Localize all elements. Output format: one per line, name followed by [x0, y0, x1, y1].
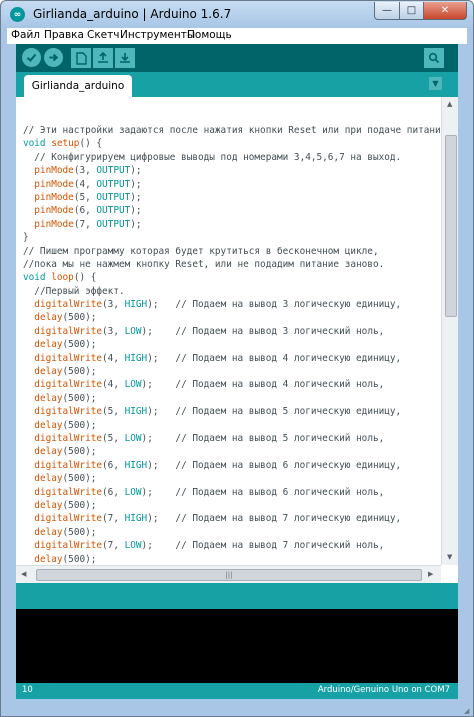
menu-edit[interactable]: Правка	[44, 29, 84, 41]
line-number: 10	[22, 685, 33, 695]
serial-monitor-icon[interactable]	[424, 48, 444, 68]
vertical-scroll-thumb[interactable]	[445, 135, 457, 317]
code-line: digitalWrite(4, HIGH); // Подаем на выво…	[34, 352, 402, 364]
message-area	[16, 583, 458, 609]
horizontal-scroll-thumb[interactable]: |||	[36, 569, 422, 581]
code-line: pinMode(7, OUTPUT);	[34, 218, 142, 230]
resize-grip-icon[interactable]: ◢	[464, 707, 469, 715]
horizontal-scrollbar[interactable]: ◀ ||| ▶	[16, 565, 441, 583]
save-icon[interactable]	[115, 48, 135, 68]
code-line: digitalWrite(6, LOW); // Подаем на вывод…	[34, 486, 385, 498]
code-line: delay(500);	[34, 392, 97, 404]
toolbar	[16, 44, 458, 72]
code-line: digitalWrite(6, HIGH); // Подаем на выво…	[34, 459, 402, 471]
code-line: digitalWrite(3, LOW); // Подаем на вывод…	[34, 325, 385, 337]
menu-bar: Файл Правка Скетч Инструменты Помощь	[7, 28, 467, 44]
menu-file[interactable]: Файл	[11, 29, 40, 41]
scroll-left-icon[interactable]: ◀	[21, 570, 26, 578]
arduino-ide-window: ∞ Girlianda_arduino | Arduino 1.6.7 — □ …	[0, 0, 474, 717]
code-line: void setup() {	[23, 138, 103, 150]
code-line: digitalWrite(7, HIGH); // Подаем на выво…	[34, 513, 402, 525]
arduino-icon: ∞	[10, 7, 25, 22]
minimize-button[interactable]: —	[374, 2, 400, 20]
code-line: //Первый эффект.	[34, 285, 125, 297]
code-line: delay(500);	[34, 499, 97, 511]
code-text[interactable]: // Эти настройки задаются после нажатия …	[23, 124, 458, 566]
code-line: digitalWrite(4, LOW); // Подаем на вывод…	[34, 379, 385, 391]
status-footer: 10 Arduino/Genuino Uno on COM7	[16, 683, 458, 699]
code-line: // Эти настройки задаются после нажатия …	[23, 125, 452, 136]
code-editor[interactable]: // Эти настройки задаются после нажатия …	[16, 97, 458, 583]
code-line: }	[23, 232, 29, 244]
code-line: delay(500);	[34, 446, 97, 458]
code-line: delay(500);	[34, 419, 97, 431]
title-bar[interactable]: ∞ Girlianda_arduino | Arduino 1.6.7 — □ …	[1, 1, 473, 28]
upload-icon[interactable]	[44, 48, 63, 67]
verify-icon[interactable]	[22, 48, 41, 67]
tab-menu-chevron-down-icon[interactable]: ▼	[429, 77, 442, 90]
code-line: delay(500);	[34, 366, 97, 378]
code-line: delay(500);	[34, 312, 97, 324]
close-button[interactable]: ✕	[423, 2, 467, 20]
vertical-scrollbar[interactable]: ▲ ▼	[441, 97, 458, 565]
tab-bar: Girlianda_arduino ▼	[16, 72, 458, 97]
code-line: digitalWrite(5, LOW); // Подаем на вывод…	[34, 432, 385, 444]
scroll-down-icon[interactable]: ▼	[447, 553, 452, 561]
console-output[interactable]	[16, 609, 458, 683]
open-icon[interactable]	[93, 48, 113, 68]
menu-tools[interactable]: Инструменты	[120, 29, 195, 41]
board-port-info: Arduino/Genuino Uno on COM7	[317, 685, 450, 695]
new-icon[interactable]	[71, 48, 91, 68]
code-line: digitalWrite(3, HIGH); // Подаем на выво…	[34, 299, 402, 311]
menu-help[interactable]: Помощь	[187, 29, 232, 41]
code-line: pinMode(3, OUTPUT);	[34, 165, 142, 177]
code-line: delay(500);	[34, 553, 97, 565]
code-line: digitalWrite(7, LOW); // Подаем на вывод…	[34, 540, 385, 552]
menu-sketch[interactable]: Скетч	[87, 29, 119, 41]
code-line: // Конфигурируем цифровые выводы под ном…	[34, 151, 402, 163]
code-line: digitalWrite(5, HIGH); // Подаем на выво…	[34, 406, 402, 418]
code-line: // Пишем программу которая будет крутить…	[23, 245, 379, 257]
code-line: delay(500);	[34, 339, 97, 351]
maximize-button[interactable]: □	[399, 2, 424, 20]
code-line: //пока мы не нажмем кнопку Reset, или не…	[23, 258, 385, 270]
code-line: pinMode(6, OUTPUT);	[34, 205, 142, 217]
code-line: void loop() {	[23, 272, 97, 284]
code-line: pinMode(4, OUTPUT);	[34, 178, 142, 190]
tab-girlianda-arduino[interactable]: Girlianda_arduino	[24, 75, 132, 97]
code-line: pinMode(5, OUTPUT);	[34, 191, 142, 203]
code-line: delay(500);	[34, 473, 97, 485]
code-line: delay(500);	[34, 526, 97, 538]
scroll-up-icon[interactable]: ▲	[447, 100, 452, 108]
window-title: Girlianda_arduino | Arduino 1.6.7	[33, 7, 232, 21]
scroll-right-icon[interactable]: ▶	[428, 570, 433, 578]
